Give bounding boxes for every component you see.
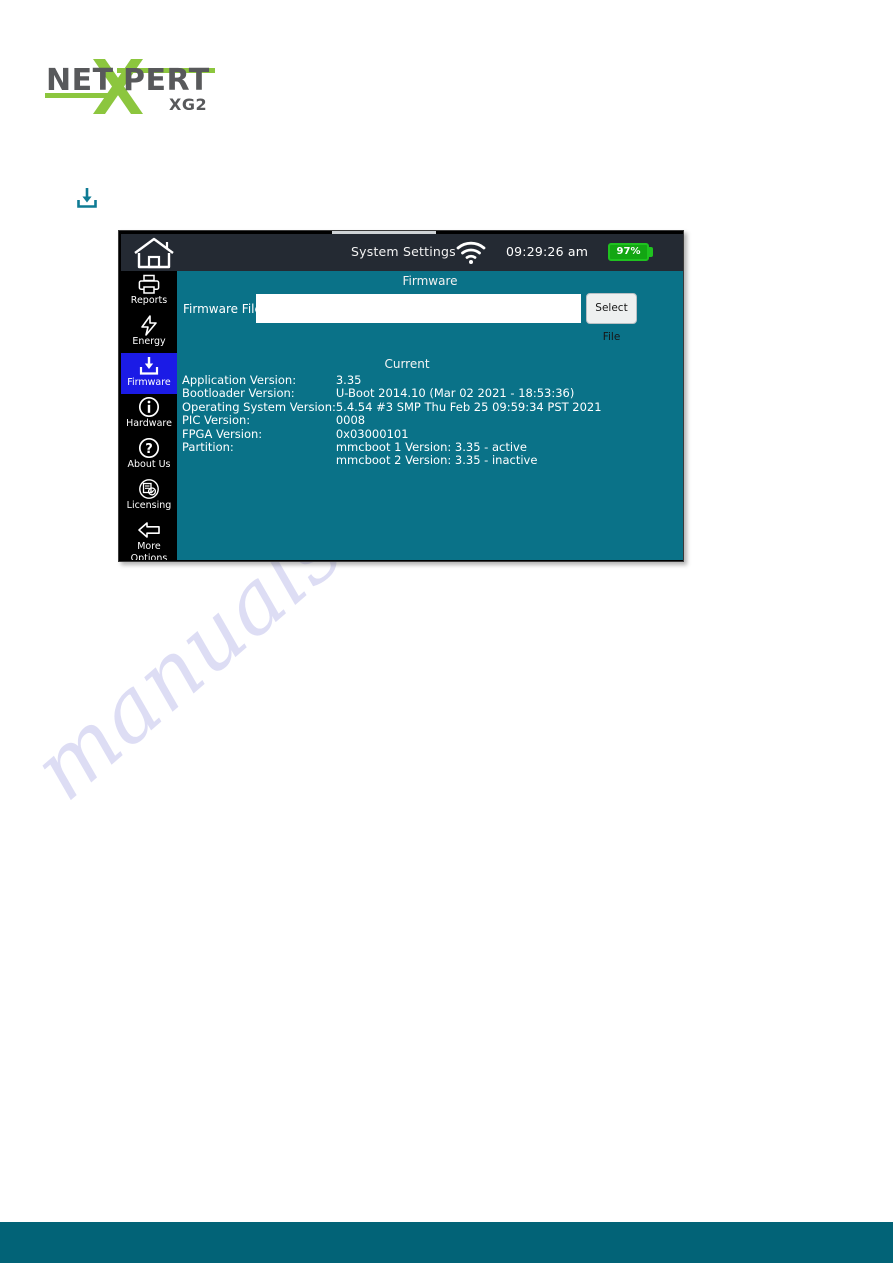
license-badge-icon: [121, 478, 177, 500]
svg-text:?: ?: [145, 442, 153, 457]
battery-indicator: 97%: [608, 243, 649, 261]
sidebar-item-energy[interactable]: Energy: [121, 312, 177, 353]
download-icon: [74, 185, 100, 211]
footer-band: [0, 1222, 893, 1263]
home-icon[interactable]: [129, 236, 179, 270]
sidebar-item-reports[interactable]: Reports: [121, 271, 177, 312]
device-screen: System Settings 09:29:26 am 97% Reports …: [121, 234, 683, 560]
statusbar-title: System Settings: [351, 244, 456, 259]
version-value: U-Boot 2014.10 (Mar 02 2021 - 18:53:36): [335, 386, 575, 401]
sidebar-label-firmware: Firmware: [127, 377, 171, 388]
sidebar-label-about-us: About Us: [127, 459, 171, 470]
left-arrow-icon: [121, 519, 177, 541]
device-sidebar: Reports Energy Firmware Hardware ? About…: [121, 271, 177, 560]
device-notch: [332, 231, 436, 234]
firmware-file-input[interactable]: [256, 294, 581, 323]
info-circle-icon: [121, 396, 177, 418]
device-screenshot: System Settings 09:29:26 am 97% Reports …: [118, 230, 684, 562]
table-row: Application Version: 3.35: [182, 373, 677, 387]
sidebar-label-licensing: Licensing: [126, 500, 172, 511]
sidebar-item-firmware[interactable]: Firmware: [121, 353, 177, 394]
sidebar-item-more-options[interactable]: More Options: [121, 517, 177, 560]
version-table: Application Version: 3.35 Bootloader Ver…: [182, 373, 677, 468]
svg-text:NET: NET: [46, 63, 114, 98]
version-value: 0008: [335, 413, 366, 428]
sidebar-item-about-us[interactable]: ? About Us: [121, 435, 177, 476]
version-key: Bootloader Version:: [182, 386, 295, 401]
version-key: Operating System Version:: [182, 399, 336, 414]
svg-text:XG2: XG2: [169, 95, 207, 114]
version-key: PIC Version:: [182, 413, 251, 428]
version-key: Application Version:: [182, 373, 297, 387]
version-key: FPGA Version:: [182, 426, 263, 441]
battery-percent-label: 97%: [616, 246, 641, 257]
sidebar-item-hardware[interactable]: Hardware: [121, 394, 177, 435]
wifi-icon: [456, 241, 486, 265]
table-row: Bootloader Version: U-Boot 2014.10 (Mar …: [182, 386, 677, 401]
partition-key: Partition:: [182, 440, 234, 455]
lightning-bolt-icon: [121, 314, 177, 336]
partition-line-2: mmcboot 2 Version: 3.35 - inactive: [335, 453, 538, 468]
partition-line-1: mmcboot 1 Version: 3.35 - active: [335, 440, 527, 455]
table-row: Operating System Version: 5.4.54 #3 SMP …: [182, 399, 677, 414]
main-panel: Firmware Firmware File: Select File Curr…: [177, 271, 683, 560]
sidebar-label-energy: Energy: [132, 336, 166, 347]
version-value: 0x03000101: [335, 426, 409, 441]
select-file-button[interactable]: Select File: [586, 293, 637, 343]
table-row: PIC Version: 0008: [182, 413, 677, 428]
panel-title: Firmware: [402, 274, 458, 288]
download-icon: [121, 355, 177, 377]
sidebar-label-reports: Reports: [130, 295, 168, 306]
sidebar-label-hardware: Hardware: [126, 418, 172, 429]
question-circle-icon: ?: [121, 437, 177, 459]
printer-icon: [121, 273, 177, 295]
sidebar-label-options: Options: [130, 552, 168, 560]
statusbar-clock: 09:29:26 am: [506, 244, 589, 259]
current-versions-header: Current: [384, 357, 430, 371]
version-value: 5.4.54 #3 SMP Thu Feb 25 09:59:34 PST 20…: [335, 399, 602, 414]
firmware-file-label: Firmware File:: [183, 302, 266, 316]
status-bar: System Settings 09:29:26 am 97%: [121, 234, 683, 271]
svg-text:PERT: PERT: [123, 63, 210, 98]
partition-values: mmcboot 1 Version: 3.35 - active mmcboot…: [335, 440, 677, 468]
netxpert-logo: NET PERT XG2: [45, 52, 225, 116]
version-value: 3.35: [335, 373, 362, 387]
sidebar-item-licensing[interactable]: Licensing: [121, 476, 177, 517]
sidebar-label-more: More: [137, 541, 161, 552]
table-row-partition: Partition: mmcboot 1 Version: 3.35 - act…: [182, 440, 677, 468]
battery-cap: [649, 247, 653, 257]
table-row: FPGA Version: 0x03000101: [182, 426, 677, 441]
